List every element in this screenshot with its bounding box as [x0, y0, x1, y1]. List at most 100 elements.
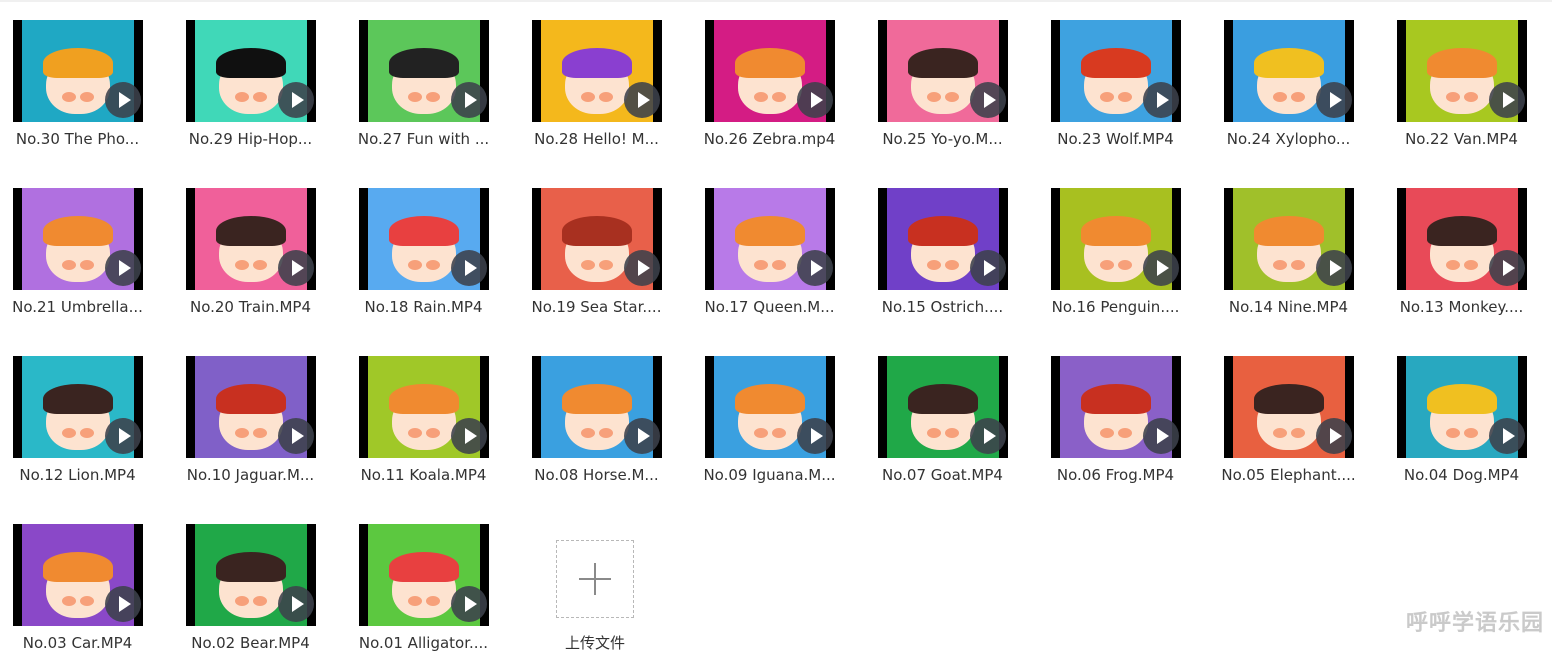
video-thumbnail[interactable] — [186, 188, 316, 290]
play-icon[interactable] — [451, 418, 487, 454]
play-icon[interactable] — [105, 82, 141, 118]
video-file-item[interactable]: No.27 Fun with ... — [346, 0, 519, 160]
video-thumbnail[interactable] — [13, 20, 143, 122]
video-thumbnail[interactable] — [705, 188, 835, 290]
character-cheek — [426, 92, 440, 102]
video-file-item[interactable]: No.12 Lion.MP4 — [0, 336, 173, 496]
video-thumbnail[interactable] — [186, 20, 316, 122]
play-icon[interactable] — [797, 418, 833, 454]
video-file-item[interactable]: No.17 Queen.M... — [692, 168, 865, 328]
play-icon[interactable] — [797, 250, 833, 286]
video-file-item[interactable]: No.20 Train.MP4 — [173, 168, 346, 328]
video-file-item[interactable]: No.15 Ostrich.... — [865, 168, 1038, 328]
play-icon[interactable] — [105, 250, 141, 286]
video-thumbnail[interactable] — [359, 20, 489, 122]
play-icon[interactable] — [1143, 250, 1179, 286]
play-icon[interactable] — [797, 82, 833, 118]
play-icon[interactable] — [624, 418, 660, 454]
video-file-item[interactable]: No.14 Nine.MP4 — [1211, 168, 1384, 328]
video-file-item[interactable]: No.24 Xylopho... — [1211, 0, 1384, 160]
video-thumbnail[interactable] — [186, 356, 316, 458]
play-icon[interactable] — [278, 586, 314, 622]
play-icon[interactable] — [278, 418, 314, 454]
play-icon[interactable] — [105, 418, 141, 454]
video-file-item[interactable]: No.26 Zebra.mp4 — [692, 0, 865, 160]
play-icon[interactable] — [1316, 82, 1352, 118]
video-thumbnail[interactable] — [705, 356, 835, 458]
play-icon[interactable] — [1143, 418, 1179, 454]
file-name-label: No.20 Train.MP4 — [173, 298, 328, 316]
video-file-item[interactable]: No.02 Bear.MP4 — [173, 504, 346, 664]
video-thumbnail[interactable] — [878, 20, 1008, 122]
video-file-item[interactable]: No.11 Koala.MP4 — [346, 336, 519, 496]
play-icon[interactable] — [1489, 82, 1525, 118]
video-thumbnail[interactable] — [13, 524, 143, 626]
video-thumbnail[interactable] — [532, 356, 662, 458]
video-file-item[interactable]: No.13 Monkey.... — [1384, 168, 1552, 328]
video-file-item[interactable]: No.05 Elephant.... — [1211, 336, 1384, 496]
video-file-item[interactable]: No.18 Rain.MP4 — [346, 168, 519, 328]
play-icon[interactable] — [624, 82, 660, 118]
video-file-item[interactable]: No.16 Penguin.... — [1038, 168, 1211, 328]
video-thumbnail[interactable] — [13, 356, 143, 458]
play-icon[interactable] — [1143, 82, 1179, 118]
video-file-item[interactable]: No.25 Yo-yo.M... — [865, 0, 1038, 160]
video-thumbnail[interactable] — [359, 356, 489, 458]
video-file-item[interactable]: No.19 Sea Star.... — [519, 168, 692, 328]
file-name-label: No.28 Hello! M... — [519, 130, 674, 148]
video-thumbnail[interactable] — [359, 188, 489, 290]
video-thumbnail[interactable] — [359, 524, 489, 626]
video-file-item[interactable]: No.01 Alligator.... — [346, 504, 519, 664]
character-cheek — [1118, 260, 1132, 270]
character-cheek — [772, 428, 786, 438]
video-file-item[interactable]: No.04 Dog.MP4 — [1384, 336, 1552, 496]
video-file-item[interactable]: No.03 Car.MP4 — [0, 504, 173, 664]
upload-button[interactable] — [556, 540, 634, 618]
play-icon[interactable] — [1316, 418, 1352, 454]
video-file-item[interactable]: No.07 Goat.MP4 — [865, 336, 1038, 496]
play-icon[interactable] — [278, 250, 314, 286]
play-icon[interactable] — [451, 82, 487, 118]
play-icon[interactable] — [451, 586, 487, 622]
play-icon[interactable] — [451, 250, 487, 286]
video-thumbnail[interactable] — [1051, 356, 1181, 458]
video-thumbnail[interactable] — [1224, 188, 1354, 290]
video-thumbnail[interactable] — [1397, 356, 1527, 458]
play-icon[interactable] — [1489, 418, 1525, 454]
video-file-item[interactable]: No.28 Hello! M... — [519, 0, 692, 160]
video-file-item[interactable]: No.21 Umbrella... — [0, 168, 173, 328]
video-thumbnail[interactable] — [878, 356, 1008, 458]
play-icon[interactable] — [624, 250, 660, 286]
video-thumbnail[interactable] — [1397, 188, 1527, 290]
play-icon[interactable] — [1316, 250, 1352, 286]
character-hair — [216, 48, 286, 78]
video-file-item[interactable]: No.29 Hip-Hop... — [173, 0, 346, 160]
file-name-label: No.14 Nine.MP4 — [1211, 298, 1366, 316]
play-icon[interactable] — [970, 418, 1006, 454]
video-thumbnail[interactable] — [1051, 20, 1181, 122]
video-thumbnail[interactable] — [13, 188, 143, 290]
play-icon[interactable] — [970, 250, 1006, 286]
video-file-item[interactable]: No.06 Frog.MP4 — [1038, 336, 1211, 496]
video-thumbnail[interactable] — [1051, 188, 1181, 290]
video-thumbnail[interactable] — [878, 188, 1008, 290]
video-thumbnail[interactable] — [532, 188, 662, 290]
video-thumbnail[interactable] — [1397, 20, 1527, 122]
video-thumbnail[interactable] — [186, 524, 316, 626]
video-file-item[interactable]: No.10 Jaguar.M... — [173, 336, 346, 496]
video-file-item[interactable]: No.22 Van.MP4 — [1384, 0, 1552, 160]
video-thumbnail[interactable] — [532, 20, 662, 122]
character-hair — [1427, 48, 1497, 78]
play-icon[interactable] — [105, 586, 141, 622]
play-icon[interactable] — [970, 82, 1006, 118]
video-file-item[interactable]: No.09 Iguana.M... — [692, 336, 865, 496]
video-file-item[interactable]: No.08 Horse.M... — [519, 336, 692, 496]
video-file-item[interactable]: No.23 Wolf.MP4 — [1038, 0, 1211, 160]
video-thumbnail[interactable] — [705, 20, 835, 122]
video-thumbnail[interactable] — [1224, 356, 1354, 458]
file-name-label: No.02 Bear.MP4 — [173, 634, 328, 652]
video-file-item[interactable]: No.30 The Pho... — [0, 0, 173, 160]
play-icon[interactable] — [278, 82, 314, 118]
play-icon[interactable] — [1489, 250, 1525, 286]
video-thumbnail[interactable] — [1224, 20, 1354, 122]
